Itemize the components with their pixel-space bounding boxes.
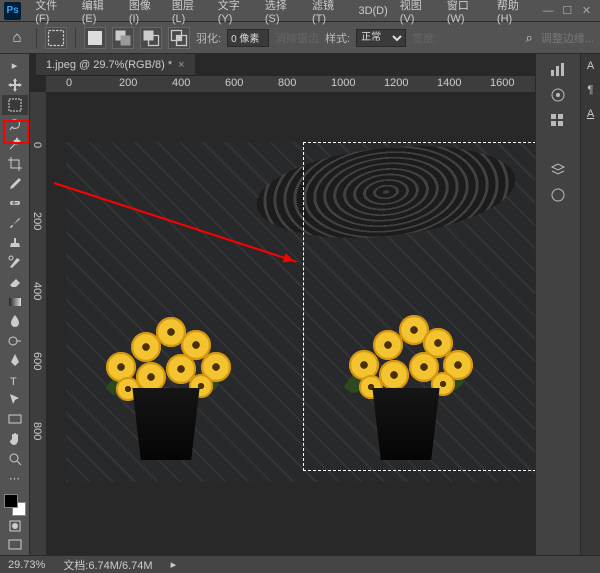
gradient-tool[interactable]: [2, 292, 28, 312]
options-bar: ⌂ 羽化: 消除锯齿 样式: 正常 宽度: ⌕ 调整边缘...: [0, 22, 600, 54]
document-tab[interactable]: 1.jpeg @ 29.7%(RGB/8) * ×: [36, 54, 195, 76]
channels-icon[interactable]: [549, 186, 567, 204]
layers-icon[interactable]: [549, 160, 567, 178]
right-tab-strip: A ¶ A: [580, 54, 600, 555]
menu-3d[interactable]: 3D(D): [352, 5, 393, 17]
selection-intersect-icon[interactable]: [168, 27, 190, 49]
menu-filter[interactable]: 滤镜(T): [306, 0, 353, 25]
ruler-vertical[interactable]: 0 200 400 600 800: [30, 92, 46, 555]
marquee-tool[interactable]: [2, 95, 28, 115]
width-label: 宽度:: [412, 30, 437, 46]
eraser-tool[interactable]: [2, 272, 28, 292]
dodge-tool[interactable]: [2, 331, 28, 351]
crop-tool[interactable]: [2, 154, 28, 174]
blur-tool[interactable]: [2, 311, 28, 331]
zoom-tool[interactable]: [2, 449, 28, 469]
screen-mode-icon[interactable]: [2, 535, 28, 555]
home-icon[interactable]: ⌂: [6, 27, 28, 49]
canvas[interactable]: [46, 92, 535, 555]
menu-image[interactable]: 图像(I): [123, 0, 166, 25]
feather-input[interactable]: [227, 29, 269, 47]
selection-new-icon[interactable]: [84, 27, 106, 49]
color-icon[interactable]: [549, 86, 567, 104]
expand-tools-icon[interactable]: ▸: [2, 56, 28, 76]
move-tool[interactable]: [2, 76, 28, 96]
marquee-selection: [303, 142, 535, 471]
tutorial-highlight: [3, 120, 29, 144]
hand-tool[interactable]: [2, 429, 28, 449]
feather-label: 羽化:: [196, 30, 221, 46]
menu-type[interactable]: 文字(Y): [212, 0, 259, 25]
histogram-icon[interactable]: [549, 60, 567, 78]
style-label: 样式:: [325, 30, 350, 46]
document-tab-title: 1.jpeg @ 29.7%(RGB/8) *: [46, 59, 172, 71]
menu-view[interactable]: 视图(V): [394, 0, 441, 25]
selection-subtract-icon[interactable]: [140, 27, 162, 49]
clone-stamp-tool[interactable]: [2, 233, 28, 253]
swatches-icon[interactable]: [549, 112, 567, 130]
tool-preset-icon[interactable]: [45, 27, 67, 49]
character-panel-icon[interactable]: A: [587, 60, 594, 72]
history-brush-tool[interactable]: [2, 252, 28, 272]
eyedropper-tool[interactable]: [2, 174, 28, 194]
adjust-edge-button[interactable]: 调整边缘...: [541, 30, 594, 46]
menu-select[interactable]: 选择(S): [259, 0, 306, 25]
glyphs-panel-icon[interactable]: A: [587, 108, 594, 120]
rectangle-tool[interactable]: [2, 410, 28, 430]
style-select[interactable]: 正常: [356, 29, 406, 47]
canvas-area: 1.jpeg @ 29.7%(RGB/8) * × 0 200 400 600 …: [30, 54, 535, 555]
edit-toolbar-icon[interactable]: ⋯: [2, 468, 28, 488]
selection-add-icon[interactable]: [112, 27, 134, 49]
app-logo: Ps: [4, 2, 21, 20]
zoom-level[interactable]: 29.73%: [8, 559, 45, 571]
type-tool[interactable]: T: [2, 370, 28, 390]
status-bar: 29.73% 文档:6.74M/6.74M ▸: [0, 555, 600, 573]
window-close-button[interactable]: ✕: [577, 3, 596, 19]
svg-text:T: T: [10, 376, 17, 388]
status-menu-icon[interactable]: ▸: [171, 558, 177, 571]
ruler-horizontal[interactable]: 0 200 400 600 800 1000 1200 1400 1600 18…: [46, 76, 535, 92]
brush-tool[interactable]: [2, 213, 28, 233]
search-icon[interactable]: ⌕: [526, 30, 533, 46]
antialias-label: 消除锯齿: [275, 30, 319, 46]
quick-mask-icon[interactable]: [2, 516, 28, 536]
doc-size[interactable]: 文档:6.74M/6.74M: [63, 557, 152, 573]
menu-help[interactable]: 帮助(H): [491, 0, 539, 25]
close-tab-icon[interactable]: ×: [178, 59, 184, 71]
paragraph-panel-icon[interactable]: ¶: [588, 84, 594, 96]
menu-bar: Ps 文件(F) 编辑(E) 图像(I) 图层(L) 文字(Y) 选择(S) 滤…: [0, 0, 600, 22]
color-swatches[interactable]: [4, 494, 26, 516]
right-panel-collapsed: [535, 54, 580, 555]
window-minimize-button[interactable]: —: [539, 3, 558, 19]
pen-tool[interactable]: [2, 351, 28, 371]
menu-file[interactable]: 文件(F): [29, 0, 76, 25]
path-selection-tool[interactable]: [2, 390, 28, 410]
menu-layer[interactable]: 图层(L): [166, 0, 212, 25]
healing-brush-tool[interactable]: [2, 193, 28, 213]
menu-window[interactable]: 窗口(W): [441, 0, 491, 25]
menu-edit[interactable]: 编辑(E): [76, 0, 123, 25]
window-maximize-button[interactable]: ☐: [558, 3, 577, 19]
